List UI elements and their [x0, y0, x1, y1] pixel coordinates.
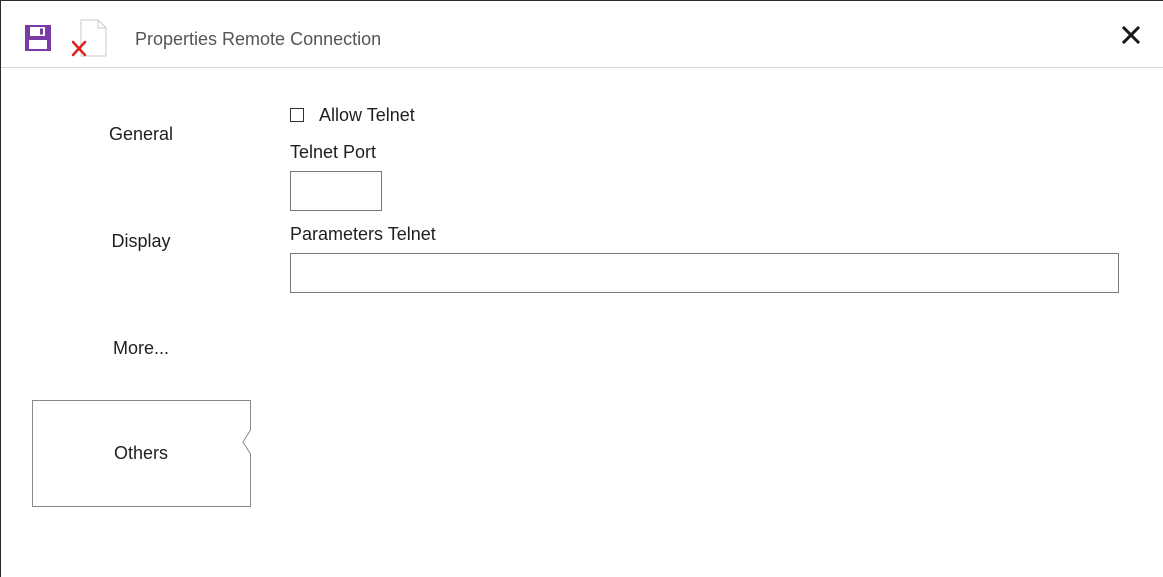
window-title: Properties Remote Connection — [135, 29, 382, 49]
parameters-telnet-label: Parameters Telnet — [290, 224, 436, 244]
document-delete-icon[interactable] — [69, 18, 109, 58]
close-icon[interactable] — [1117, 21, 1145, 49]
nav-item-display[interactable]: Display — [32, 226, 250, 256]
floppy-disk-icon[interactable] — [23, 23, 53, 53]
title-bar: Properties Remote Connection — [1, 1, 1163, 68]
allow-telnet-label: Allow Telnet — [319, 104, 415, 125]
nav-item-others[interactable]: Others — [32, 400, 250, 506]
nav-item-more[interactable]: More... — [32, 333, 250, 363]
telnet-port-input[interactable] — [290, 171, 382, 211]
parameters-telnet-input[interactable] — [290, 253, 1119, 293]
nav-item-general[interactable]: General — [32, 119, 250, 149]
telnet-port-label: Telnet Port — [290, 142, 377, 162]
properties-window: Properties Remote Connection General Dis… — [0, 0, 1163, 577]
allow-telnet-checkbox[interactable] — [290, 108, 304, 122]
allow-telnet-checkbox-row[interactable]: Allow Telnet — [290, 104, 415, 126]
